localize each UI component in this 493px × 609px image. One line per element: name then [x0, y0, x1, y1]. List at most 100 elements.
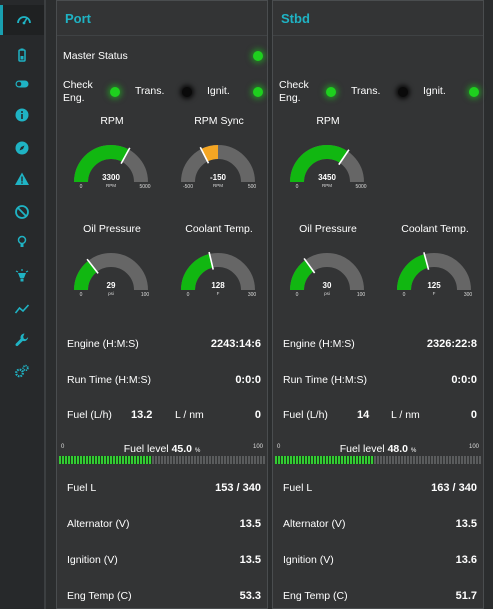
rpm-gauge-title: RPM: [316, 115, 340, 127]
battery-icon: [18, 48, 26, 62]
gauge-icon: [16, 16, 31, 25]
fuel-level-readout: Fuel level 48.0 %: [273, 443, 483, 455]
oil-pressure-gauge: 29psi 0 100: [74, 253, 150, 298]
sidebar-item-lights[interactable]: [0, 227, 44, 257]
check-engine-label: Check Eng.: [63, 79, 93, 104]
sidebar-item-spotlight[interactable]: [0, 261, 44, 291]
transmission-label: Trans.: [351, 85, 381, 97]
coolant-temp-gauge-title: Coolant Temp.: [401, 223, 469, 235]
run-time-value: 0:0:0: [451, 374, 477, 386]
ignition-label: Ignit.: [207, 85, 230, 97]
toggle-icon: [15, 80, 29, 88]
gauge-value: 30: [323, 281, 332, 290]
fuel-level-value: 48.0: [387, 443, 409, 455]
info-icon: [15, 108, 29, 122]
sidebar-item-maintenance[interactable]: [0, 325, 44, 355]
gauge-max-label: 100: [141, 292, 150, 298]
ignition-voltage-label: Ignition (V): [283, 554, 334, 566]
gauge-min-label: 0: [187, 292, 190, 298]
coolant-temp-gauge-title: Coolant Temp.: [185, 223, 253, 235]
gauge-max-label: 5000: [355, 184, 366, 190]
gauge-fill: [290, 260, 314, 291]
gauge-unit: psi: [108, 291, 114, 296]
transmission-indicator: [182, 87, 192, 97]
engine-hours-value: 2326:22:8: [426, 338, 477, 350]
run-time-label: Run Time (H:M:S): [67, 374, 152, 386]
fuel-level-fill: [275, 456, 374, 464]
gauge-fill: [201, 145, 219, 162]
coolant-temp-gauge: 125F 0 300: [397, 252, 472, 298]
rpm-sync-gauge: -150RPM -500 500: [181, 145, 257, 190]
fuel-level-bar: 0 100 Fuel level 45.0 %: [57, 441, 267, 467]
sidebar-item-disabled[interactable]: [0, 197, 44, 227]
gauge-max-label: 500: [248, 184, 257, 190]
gauge-min-label: -500: [183, 184, 193, 190]
fuel-level-track: [275, 456, 481, 464]
sidebar-item-settings[interactable]: [0, 356, 44, 386]
alternator-label: Alternator (V): [67, 518, 130, 530]
gauge-min-label: 0: [296, 184, 299, 190]
oil-pressure-gauge-title: Oil Pressure: [83, 223, 141, 235]
check-engine-indicator: [110, 87, 120, 97]
fuel-economy-label: L / nm: [175, 409, 204, 421]
engine-hours-value: 2243:14:6: [210, 338, 261, 350]
sidebar-item-charts[interactable]: [0, 294, 44, 324]
sidebar: [0, 0, 46, 609]
engine-temp-value: 51.7: [455, 590, 477, 602]
sidebar-item-navigation[interactable]: [0, 133, 44, 163]
lightbulb-icon: [17, 235, 27, 247]
stbd-engine-panel: Stbd Check Eng. Trans. Ignit. RPM 3450 RP…: [272, 0, 484, 609]
engine-hours-label: Engine (H:M:S): [283, 338, 355, 350]
warning-icon: [15, 172, 29, 185]
fuel-liters-value: 153 / 340: [215, 482, 261, 494]
fuel-level-unit: %: [194, 448, 201, 454]
fuel-level-value: 45.0: [171, 443, 193, 455]
oil-pressure-gauge-title: Oil Pressure: [299, 223, 357, 235]
rpm-gauge: 3300RPM 0 5000: [74, 145, 151, 190]
ignition-voltage-label: Ignition (V): [67, 554, 118, 566]
gauge-fill: [181, 253, 214, 291]
engine-hours-label: Engine (H:M:S): [67, 338, 139, 350]
fuel-level-readout: Fuel level 45.0 %: [57, 443, 267, 455]
gauge-value: 125: [427, 281, 441, 290]
coolant-temp-gauge: 128F 0 300: [181, 251, 256, 298]
fuel-economy-value: 0: [470, 409, 477, 421]
run-time-label: Run Time (H:M:S): [283, 374, 368, 386]
fuel-economy-label: L / nm: [391, 409, 420, 421]
fuel-liters-label: Fuel L: [283, 482, 313, 494]
fuel-level-track: [59, 456, 265, 464]
sidebar-item-gauges[interactable]: [0, 5, 44, 35]
gauge-value: 3450: [318, 173, 336, 182]
chart-line-icon: [14, 304, 30, 314]
gauge-max-label: 100: [357, 292, 366, 298]
gauge-min-label: 0: [80, 292, 83, 298]
master-status-label: Master Status: [63, 50, 128, 62]
fuel-liters-value: 163 / 340: [431, 482, 477, 494]
gauge-max-label: 5000: [139, 184, 150, 190]
port-engine-panel: Port Master Status Check Eng. Trans. Ign…: [56, 0, 268, 609]
gauge-unit: psi: [324, 291, 330, 296]
transmission-label: Trans.: [135, 85, 165, 97]
engine-temp-label: Eng Temp (C): [67, 590, 132, 602]
sidebar-item-alarms[interactable]: [0, 164, 44, 194]
fuel-rate-label: Fuel (L/h): [67, 409, 112, 421]
ignition-indicator: [253, 87, 263, 97]
sidebar-item-switches[interactable]: [0, 69, 44, 99]
transmission-indicator: [398, 87, 408, 97]
gauge-unit: RPM: [213, 183, 223, 188]
master-status-indicator: [253, 51, 263, 61]
rpm-gauge: 3450RPM 0 5000: [290, 145, 367, 190]
panel-title: Port: [65, 11, 91, 26]
sidebar-item-battery[interactable]: [0, 40, 44, 70]
fuel-level-label: Fuel level: [339, 443, 385, 455]
run-time-value: 0:0:0: [235, 374, 261, 386]
sidebar-item-info[interactable]: [0, 100, 44, 130]
gears-icon: [15, 364, 29, 378]
fuel-level-fill: [59, 456, 152, 464]
divider: [57, 35, 267, 36]
prohibited-icon: [15, 205, 29, 219]
spotlight-icon: [15, 269, 29, 282]
gauge-fill: [397, 254, 429, 291]
rpm-sync-gauge-title: RPM Sync: [194, 115, 244, 127]
gauge-min-label: 0: [80, 184, 83, 190]
